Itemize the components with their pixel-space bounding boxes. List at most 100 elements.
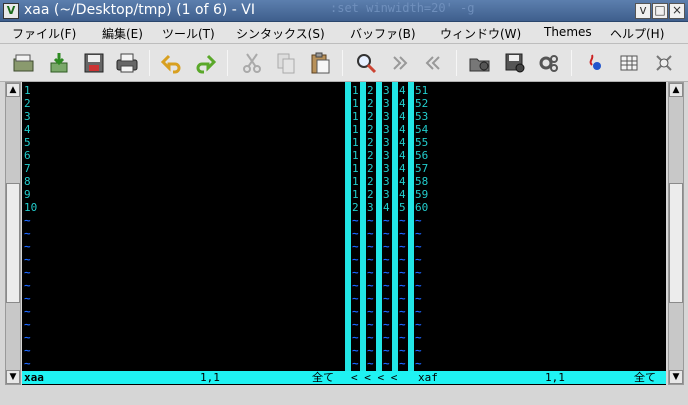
status-left-position: 1,1	[200, 371, 220, 384]
maximize-button[interactable]: □	[652, 3, 668, 19]
tilde-marker: ~	[367, 214, 374, 227]
narrow-line-number: 1	[352, 123, 359, 136]
copy-icon[interactable]	[274, 51, 298, 75]
narrow-line-number: 2	[367, 175, 374, 188]
tilde-marker: ~	[24, 214, 31, 227]
narrow-line-number: 3	[383, 175, 390, 188]
status-left-filename: xaa	[24, 371, 44, 384]
help-icon[interactable]	[652, 51, 676, 75]
vim-icon[interactable]: V	[3, 3, 19, 19]
tilde-marker: ~	[399, 214, 406, 227]
tilde-marker: ~	[367, 279, 374, 292]
print-icon[interactable]	[115, 51, 139, 75]
menu-file[interactable]: ファイル(F)	[12, 25, 76, 42]
narrow-line-number: 1	[352, 149, 359, 162]
menu-help[interactable]: ヘルプ(H)	[610, 25, 664, 42]
back-icon[interactable]	[421, 51, 445, 75]
scrollbar-thumb[interactable]	[6, 183, 20, 303]
scroll-up-icon[interactable]: ▲	[6, 83, 20, 97]
status-left-all: 全て	[312, 371, 334, 384]
right-line-number: 53	[415, 110, 429, 123]
menu-window[interactable]: ウィンドウ(W)	[440, 25, 521, 42]
make-icon[interactable]	[583, 51, 607, 75]
redo-icon[interactable]	[193, 51, 217, 75]
scrollbar-thumb[interactable]	[669, 183, 683, 303]
narrow-line-number: 2	[367, 188, 374, 201]
find-replace-icon[interactable]	[354, 51, 378, 75]
right-line-number: 51	[415, 84, 429, 97]
tilde-marker: ~	[352, 266, 359, 279]
left-scrollbar[interactable]: ▲ ▼	[5, 82, 21, 385]
scroll-down-icon[interactable]: ▼	[6, 370, 20, 384]
close-icon: ×	[671, 3, 683, 17]
session-save-icon[interactable]	[503, 51, 527, 75]
minimize-button[interactable]: v	[635, 3, 651, 19]
narrow-line-number: 4	[399, 97, 406, 110]
tilde-marker: ~	[415, 305, 422, 318]
tilde-marker: ~	[367, 318, 374, 331]
tilde-marker: ~	[352, 227, 359, 240]
scroll-down-icon[interactable]: ▼	[669, 370, 683, 384]
menu-tools[interactable]: ツール(T)	[162, 25, 215, 42]
right-line-number: 60	[415, 201, 429, 214]
right-line-number: 57	[415, 162, 429, 175]
tilde-marker: ~	[367, 227, 374, 240]
tilde-marker: ~	[415, 279, 422, 292]
title-ghost-text: :set winwidth=20' -g	[330, 1, 475, 15]
tilde-marker: ~	[367, 344, 374, 357]
tilde-marker: ~	[399, 279, 406, 292]
open-icon[interactable]	[12, 51, 36, 75]
save-down-icon[interactable]	[47, 51, 71, 75]
tilde-marker: ~	[352, 214, 359, 227]
tilde-marker: ~	[367, 357, 374, 370]
narrow-line-number: 1	[352, 162, 359, 175]
tilde-marker: ~	[383, 227, 390, 240]
close-button[interactable]: ×	[669, 3, 685, 19]
save-icon[interactable]	[82, 51, 106, 75]
menu-buffer[interactable]: バッファ(B)	[350, 25, 416, 42]
narrow-line-number: 3	[383, 123, 390, 136]
vsplit-bar[interactable]	[345, 82, 351, 371]
tilde-marker: ~	[383, 305, 390, 318]
tilde-marker: ~	[399, 253, 406, 266]
tilde-marker: ~	[383, 357, 390, 370]
status-right-filename: xaf	[418, 371, 438, 384]
narrow-line-number: 2	[352, 201, 359, 214]
narrow-line-number: 2	[367, 136, 374, 149]
tilde-marker: ~	[415, 227, 422, 240]
tilde-marker: ~	[383, 253, 390, 266]
right-scrollbar[interactable]: ▲ ▼	[668, 82, 684, 385]
narrow-line-number: 1	[352, 188, 359, 201]
table-icon[interactable]	[617, 51, 641, 75]
menu-themes[interactable]: Themes	[544, 25, 592, 39]
status-narrow-markers: < < < <	[351, 371, 398, 384]
session-open-icon[interactable]	[468, 51, 492, 75]
menu-syntax[interactable]: シンタックス(S)	[236, 25, 325, 42]
cut-icon[interactable]	[240, 51, 264, 75]
vsplit-bar[interactable]	[360, 82, 366, 371]
undo-icon[interactable]	[160, 51, 184, 75]
tilde-marker: ~	[399, 266, 406, 279]
tilde-marker: ~	[24, 240, 31, 253]
narrow-line-number: 1	[352, 97, 359, 110]
tilde-marker: ~	[24, 266, 31, 279]
scroll-up-icon[interactable]: ▲	[669, 83, 683, 97]
paste-icon[interactable]	[308, 51, 332, 75]
menu-edit[interactable]: 編集(E)	[102, 25, 143, 42]
command-line[interactable]	[0, 385, 688, 405]
status-right-position: 1,1	[545, 371, 565, 384]
tilde-marker: ~	[24, 292, 31, 305]
narrow-line-number: 2	[367, 123, 374, 136]
title-bar[interactable]: V xaa (~/Desktop/tmp) (1 of 6) - VI :set…	[0, 0, 688, 22]
forward-icon[interactable]	[388, 51, 412, 75]
tilde-marker: ~	[383, 266, 390, 279]
tilde-marker: ~	[415, 344, 422, 357]
status-right-all: 全て	[634, 371, 656, 384]
script-icon[interactable]	[537, 51, 561, 75]
vsplit-bar[interactable]	[408, 82, 414, 371]
tilde-marker: ~	[383, 331, 390, 344]
vsplit-bar[interactable]	[376, 82, 382, 371]
editor-area[interactable]: 1 2 3 4 5 6 7 8 9 10 ~ ~ ~ ~ ~ ~ ~ ~ ~ ~…	[22, 82, 666, 385]
vsplit-bar[interactable]	[392, 82, 398, 371]
tilde-marker: ~	[415, 331, 422, 344]
